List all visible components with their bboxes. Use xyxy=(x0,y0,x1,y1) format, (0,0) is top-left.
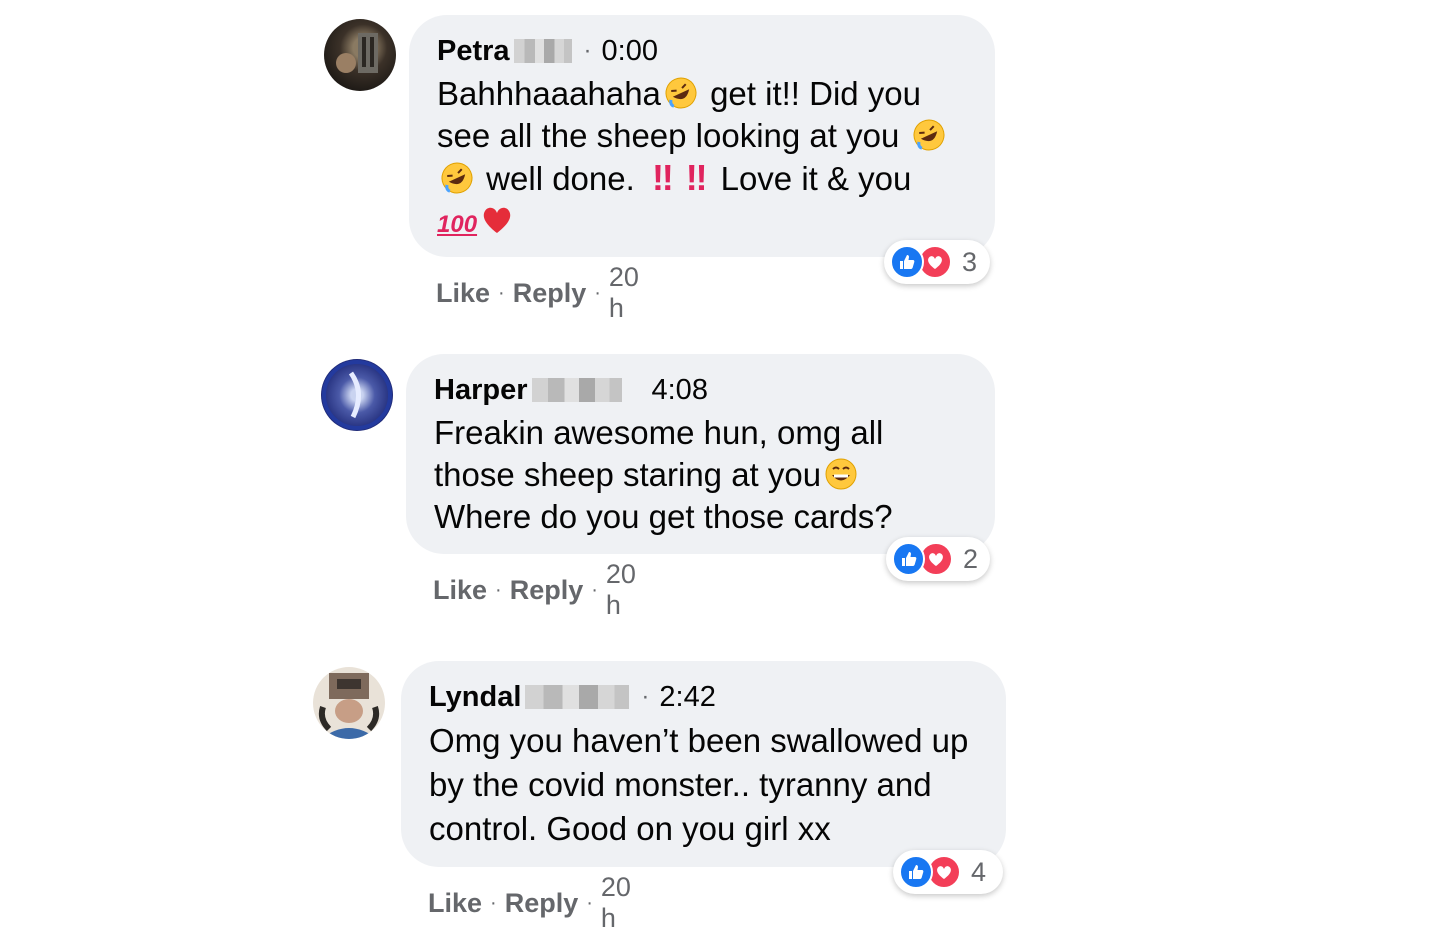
double-exclamation-icon: ‼ xyxy=(651,157,674,198)
author-name[interactable]: Lyndal xyxy=(429,681,521,714)
redacted-surname xyxy=(531,378,622,402)
red-heart-emoji-icon xyxy=(480,203,514,237)
reaction-count: 2 xyxy=(962,543,978,574)
timestamp[interactable]: 2:42 xyxy=(659,681,715,714)
comment-age[interactable]: 20 h xyxy=(609,262,639,324)
author-name[interactable]: Petra xyxy=(437,35,510,68)
comment-actions: Like · Reply · 20 h xyxy=(428,872,631,934)
like-button[interactable]: Like xyxy=(433,575,487,606)
hundred-points-emoji-icon: 100 xyxy=(437,211,478,238)
comment-text: Freakin awesome hun, omg all those sheep… xyxy=(434,412,969,538)
redacted-surname xyxy=(513,39,572,63)
reply-button[interactable]: Reply xyxy=(510,575,584,606)
avatar[interactable] xyxy=(313,667,385,739)
like-reaction-icon xyxy=(890,245,924,279)
text-part: well done. xyxy=(486,160,644,197)
reactions-summary[interactable]: 4 xyxy=(893,850,1003,894)
like-reaction-icon xyxy=(899,855,933,889)
redacted-surname xyxy=(525,685,630,709)
comment-bubble: Harper · 4:08 Freakin awesome hun, omg a… xyxy=(406,354,995,554)
timestamp[interactable]: 0:00 xyxy=(602,35,658,68)
comment-actions: Like · Reply · 20 h xyxy=(436,262,639,324)
like-button[interactable]: Like xyxy=(428,888,482,919)
reply-button[interactable]: Reply xyxy=(505,888,579,919)
text-part: Love it & you xyxy=(711,160,912,197)
separator-dot: · xyxy=(583,37,592,64)
comment-actions: Like · Reply · 20 h xyxy=(433,559,636,621)
double-exclamation-icon: ‼ xyxy=(685,157,708,198)
like-button[interactable]: Like xyxy=(436,278,490,309)
reactions-summary[interactable]: 2 xyxy=(886,537,990,581)
like-reaction-icon xyxy=(892,542,926,576)
comment-age[interactable]: 20 h xyxy=(601,872,631,934)
avatar-photo-icon xyxy=(318,673,380,739)
avatar[interactable] xyxy=(324,19,396,91)
text-part: Where do you get those cards? xyxy=(434,498,893,535)
reply-button[interactable]: Reply xyxy=(513,278,587,309)
comment-age[interactable]: 20 h xyxy=(606,559,636,621)
avatar-photo-icon xyxy=(322,360,392,430)
separator-dot: · xyxy=(495,578,502,601)
separator-dot: · xyxy=(490,891,497,914)
comment-header: Harper · 4:08 xyxy=(434,372,969,408)
timestamp[interactable]: 4:08 xyxy=(652,374,708,407)
avatar-photo-icon xyxy=(336,33,378,73)
rolling-laughing-emoji-icon xyxy=(664,76,698,110)
comment-text: Omg you haven’t been swallowed up by the… xyxy=(429,719,969,851)
comment-header: Petra · 0:00 xyxy=(437,33,969,69)
comment-bubble: Petra · 0:00 Bahhhaaahaha get it!! Did y… xyxy=(409,15,995,257)
rolling-laughing-emoji-icon xyxy=(912,118,946,152)
text-part: Bahhhaaahaha xyxy=(437,75,661,112)
separator-dot: · xyxy=(594,281,601,304)
reaction-count: 4 xyxy=(971,856,987,887)
text-part: Freakin awesome hun, omg all those sheep… xyxy=(434,414,884,493)
separator-dot: · xyxy=(586,891,593,914)
separator-dot: · xyxy=(641,683,650,710)
separator-dot: · xyxy=(498,281,505,304)
comment-text: Bahhhaaahaha get it!! Did you see all th… xyxy=(437,73,969,246)
reaction-count: 3 xyxy=(962,246,978,277)
avatar[interactable] xyxy=(321,359,393,431)
author-name[interactable]: Harper xyxy=(434,374,528,407)
grinning-emoji-icon xyxy=(824,457,858,491)
comment-bubble: Lyndal · 2:42 Omg you haven’t been swall… xyxy=(401,661,1006,867)
text-part: Omg you haven’t been swallowed up by the… xyxy=(429,722,969,847)
comment-header: Lyndal · 2:42 xyxy=(429,679,980,715)
rolling-laughing-emoji-icon xyxy=(440,161,474,195)
separator-dot: · xyxy=(591,578,598,601)
reactions-summary[interactable]: 3 xyxy=(884,240,990,284)
